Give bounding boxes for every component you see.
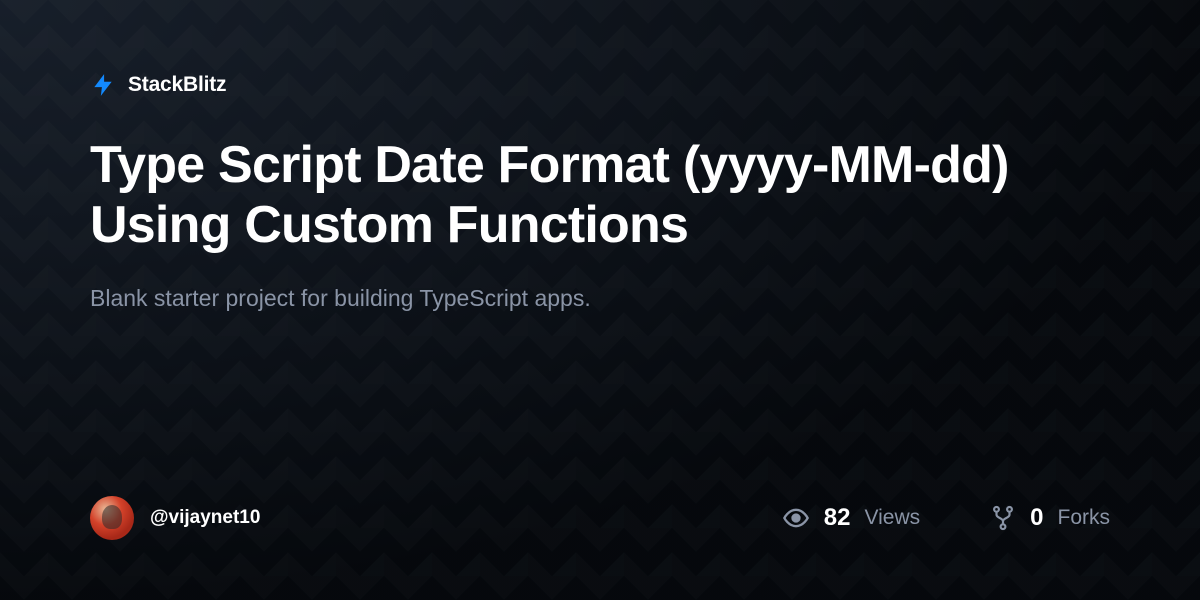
views-stat: 82 Views — [782, 504, 920, 532]
forks-label: Forks — [1058, 506, 1111, 530]
brand-name: StackBlitz — [128, 73, 226, 97]
eye-icon — [782, 504, 810, 532]
forks-count: 0 — [1030, 504, 1043, 532]
author-block[interactable]: @vijaynet10 — [90, 496, 260, 540]
avatar[interactable] — [90, 496, 134, 540]
project-card: StackBlitz Type Script Date Format (yyyy… — [0, 0, 1200, 600]
project-title: Type Script Date Format (yyyy-MM-dd) Usi… — [90, 136, 1050, 256]
stats-block: 82 Views 0 Forks — [782, 504, 1110, 532]
views-label: Views — [865, 506, 921, 530]
project-description: Blank starter project for building TypeS… — [90, 282, 1110, 314]
fork-icon — [990, 505, 1016, 531]
footer-row: @vijaynet10 82 Views — [90, 476, 1110, 540]
forks-stat: 0 Forks — [990, 504, 1110, 532]
brand-row: StackBlitz — [90, 72, 1110, 98]
bolt-icon — [90, 72, 116, 98]
views-count: 82 — [824, 504, 851, 532]
author-username: @vijaynet10 — [150, 507, 260, 529]
